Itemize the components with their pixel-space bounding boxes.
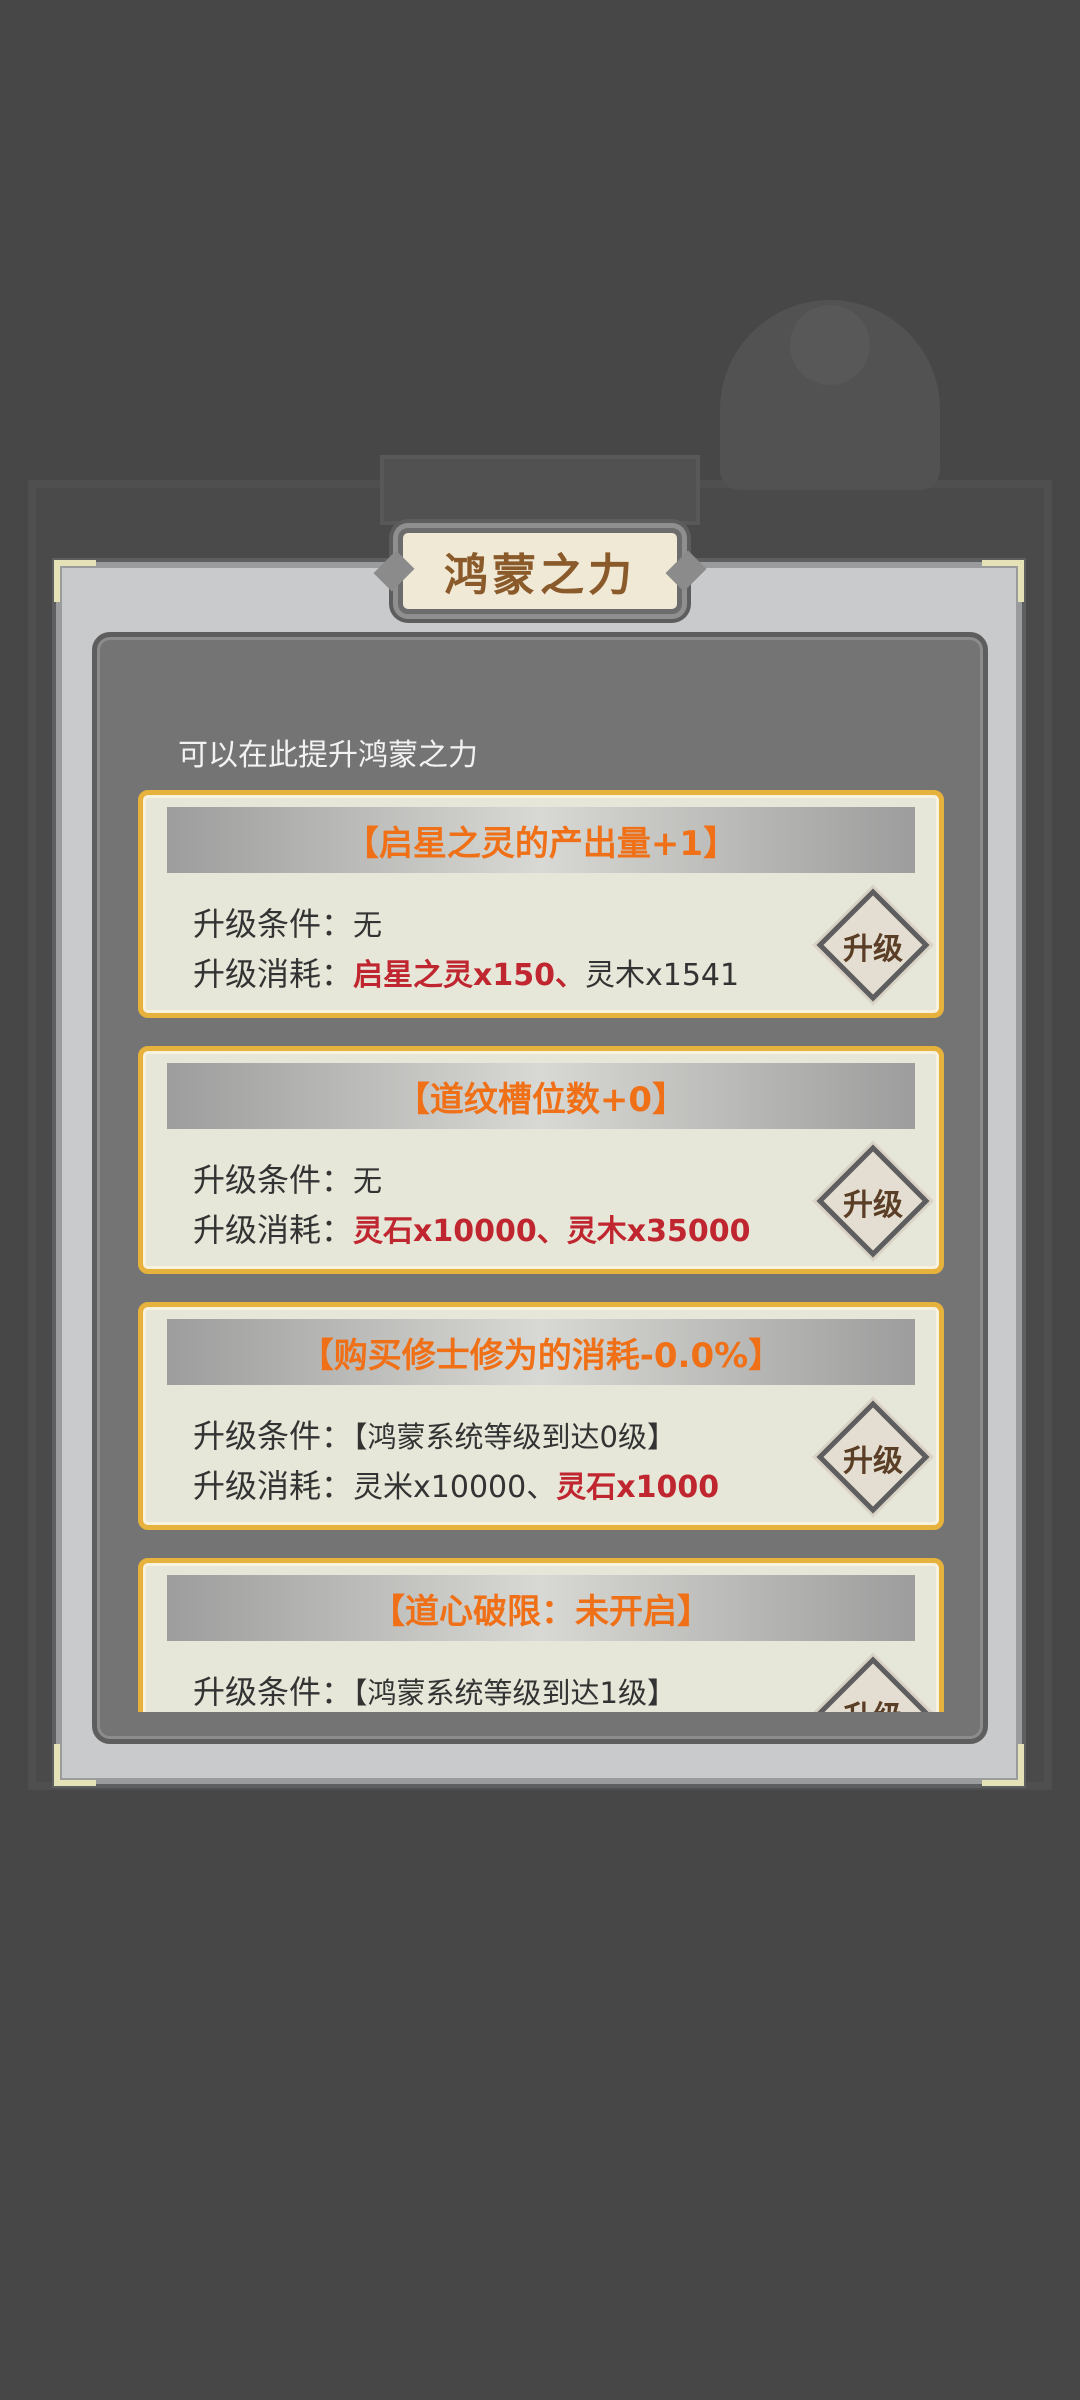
- background-sign: [380, 455, 700, 525]
- cost-label: 升级消耗：: [193, 955, 354, 993]
- corner-ornament: [982, 1744, 1024, 1786]
- condition-row: 升级条件：【鸿蒙系统等级到达1级】: [193, 1667, 676, 1712]
- upgrade-list[interactable]: 【启星之灵的产出量+1】 升级条件：无 升级消耗：启星之灵x150、灵木x154…: [138, 790, 944, 1712]
- upgrade-card: 【道心破限：未开启】 升级条件：【鸿蒙系统等级到达1级】 升级: [138, 1558, 944, 1712]
- card-header: 【启星之灵的产出量+1】: [167, 807, 915, 873]
- cost-row: 升级消耗：灵石x10000、灵木x35000: [193, 1205, 750, 1251]
- condition-row: 升级条件：无: [193, 1155, 382, 1201]
- card-title: 【道纹槽位数+0】: [395, 1079, 687, 1120]
- cost-value: 灵米x10000、: [353, 1470, 557, 1505]
- corner-ornament: [982, 560, 1024, 602]
- upgrade-card: 【启星之灵的产出量+1】 升级条件：无 升级消耗：启星之灵x150、灵木x154…: [138, 790, 944, 1018]
- condition-value: 【鸿蒙系统等级到达0级】: [353, 1420, 676, 1454]
- cost-label: 升级消耗：: [193, 1211, 354, 1249]
- condition-row: 升级条件：无: [193, 899, 382, 945]
- corner-ornament: [54, 560, 96, 602]
- condition-label: 升级条件：: [193, 1161, 354, 1199]
- upgrade-button-label[interactable]: 升级: [823, 921, 923, 971]
- dialog-title: 鸿蒙之力: [444, 550, 636, 601]
- cost-value-insufficient: 灵石x1000: [556, 1470, 720, 1505]
- condition-label: 升级条件：: [193, 905, 354, 943]
- cost-value-insufficient: 灵石x10000、: [353, 1214, 567, 1249]
- upgrade-card: 【购买修士修为的消耗-0.0%】 升级条件：【鸿蒙系统等级到达0级】 升级消耗：…: [138, 1302, 944, 1530]
- intro-text: 可以在此提升鸿蒙之力: [178, 738, 478, 773]
- card-header: 【道纹槽位数+0】: [167, 1063, 915, 1129]
- cost-row: 升级消耗：启星之灵x150、灵木x1541: [193, 949, 739, 995]
- condition-value: 【鸿蒙系统等级到达1级】: [353, 1676, 676, 1710]
- card-header: 【购买修士修为的消耗-0.0%】: [167, 1319, 915, 1385]
- cost-value-insufficient: 启星之灵x150、: [353, 958, 585, 993]
- card-title: 【购买修士修为的消耗-0.0%】: [299, 1335, 783, 1376]
- condition-value: 无: [353, 1164, 383, 1198]
- background-character-head: [790, 305, 870, 385]
- upgrade-card: 【道纹槽位数+0】 升级条件：无 升级消耗：灵石x10000、灵木x35000 …: [138, 1046, 944, 1274]
- cost-label: 升级消耗：: [193, 1467, 354, 1505]
- upgrade-button-label[interactable]: 升级: [823, 1689, 923, 1712]
- condition-row: 升级条件：【鸿蒙系统等级到达0级】: [193, 1411, 676, 1457]
- upgrade-button-label[interactable]: 升级: [823, 1177, 923, 1227]
- cost-value-insufficient: 灵木x35000: [566, 1214, 751, 1249]
- cost-value: 灵木x1541: [585, 958, 740, 993]
- dialog-title-plaque: 鸿蒙之力: [398, 528, 682, 614]
- card-title: 【启星之灵的产出量+1】: [344, 823, 738, 864]
- card-title: 【道心破限：未开启】: [371, 1591, 711, 1632]
- condition-label: 升级条件：: [193, 1417, 354, 1455]
- cost-row: 升级消耗：灵米x10000、灵石x1000: [193, 1461, 719, 1507]
- condition-value: 无: [353, 908, 383, 942]
- upgrade-button-label[interactable]: 升级: [823, 1433, 923, 1483]
- card-header: 【道心破限：未开启】: [167, 1575, 915, 1641]
- condition-label: 升级条件：: [193, 1673, 354, 1711]
- corner-ornament: [54, 1744, 96, 1786]
